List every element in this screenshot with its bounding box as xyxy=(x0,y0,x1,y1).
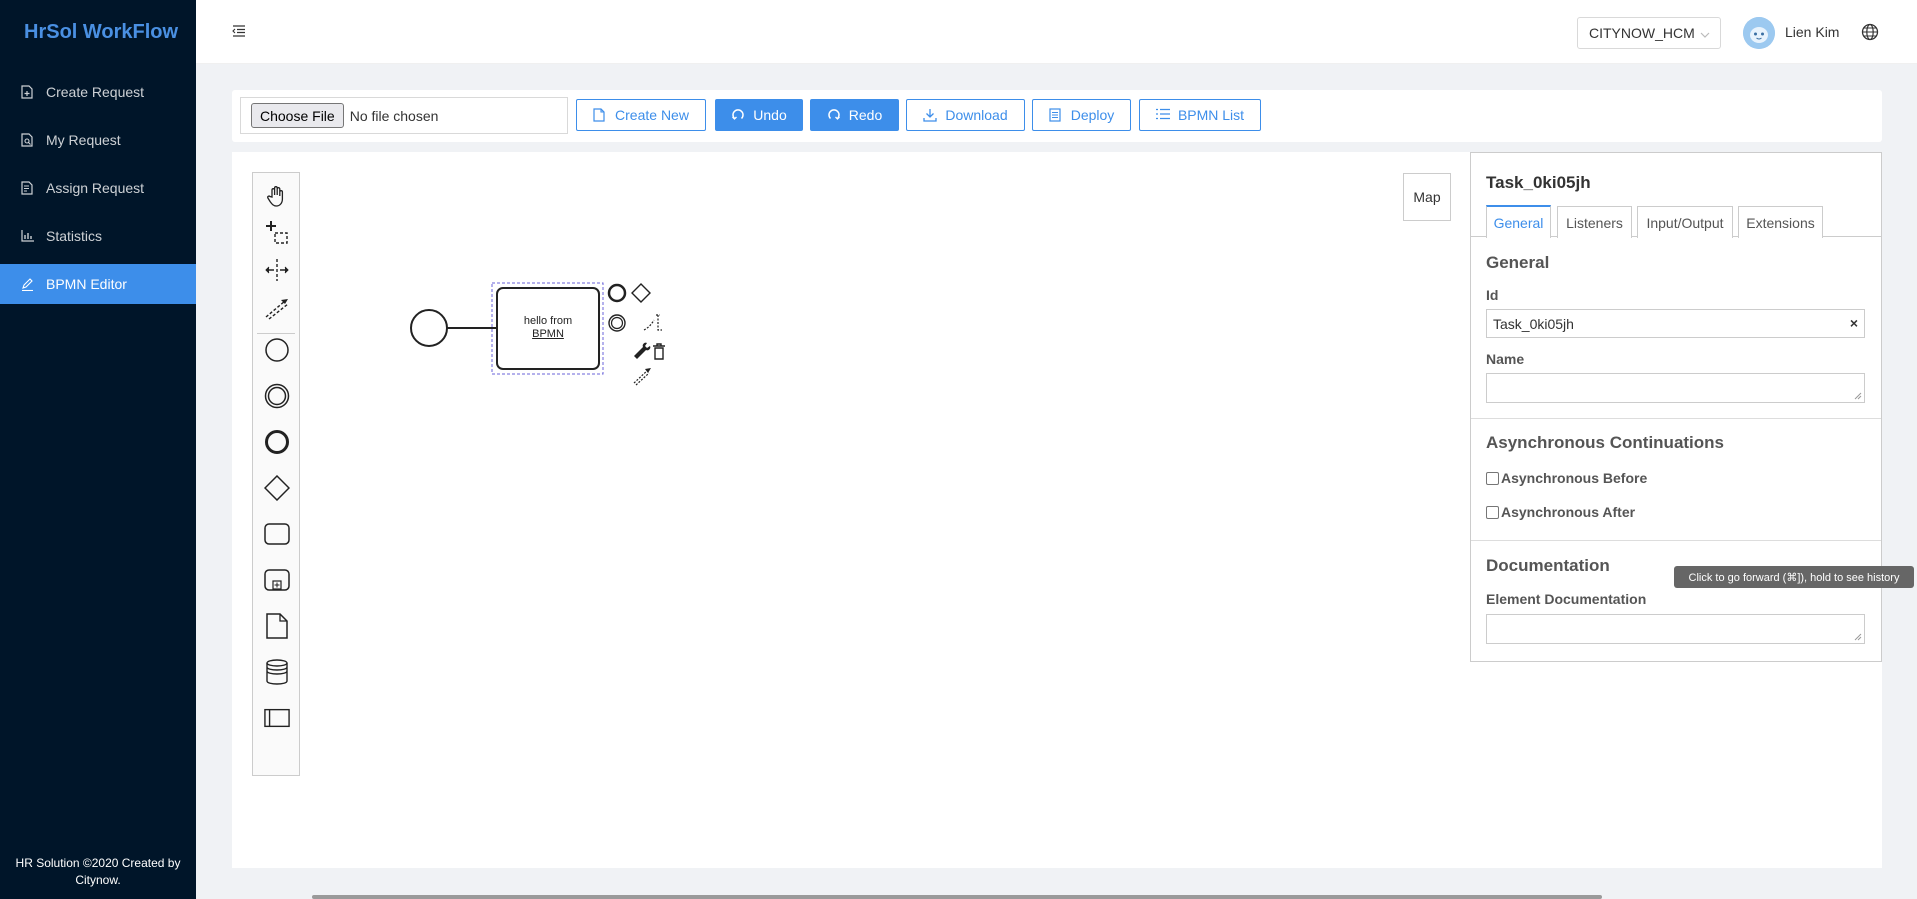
context-pad-connect-arrow xyxy=(645,368,651,373)
choose-file-button[interactable]: Choose File xyxy=(251,103,344,128)
top-header: CITYNOW_HCM Lien Kim xyxy=(196,0,1917,64)
task-icon[interactable] xyxy=(264,521,290,547)
sidebar-menu: Create Request My Request Assign Request… xyxy=(0,72,196,304)
list-icon xyxy=(1155,108,1170,122)
globe-icon[interactable] xyxy=(1861,23,1879,41)
document-icon xyxy=(1049,108,1063,122)
file-add-icon xyxy=(20,85,34,99)
name-field[interactable] xyxy=(1486,373,1865,403)
sidebar: HrSol WorkFlow Create Request My Request… xyxy=(0,0,196,899)
context-pad-tools xyxy=(633,314,665,386)
edit-icon xyxy=(20,277,34,291)
element-documentation-label: Element Documentation xyxy=(1486,591,1647,607)
redo-icon xyxy=(827,108,841,122)
horizontal-scrollbar[interactable] xyxy=(312,895,1602,899)
sidebar-item-label: Create Request xyxy=(46,84,145,100)
app-logo[interactable]: HrSol WorkFlow xyxy=(0,0,196,64)
section-divider xyxy=(1471,540,1881,541)
minimap-toggle-button[interactable]: Map xyxy=(1403,173,1451,221)
bpmn-list-label: BPMN List xyxy=(1177,107,1245,123)
chevron-down-icon xyxy=(1700,27,1710,38)
wrench-icon xyxy=(634,342,651,359)
tenant-value: CITYNOW_HCM xyxy=(1589,25,1695,41)
data-store-icon[interactable] xyxy=(264,659,290,685)
sidebar-item-statistics[interactable]: Statistics xyxy=(0,216,196,256)
deploy-label: Deploy xyxy=(1070,107,1115,123)
gateway-icon[interactable] xyxy=(264,475,290,501)
task-label: hello from BPMN xyxy=(497,315,599,341)
bar-chart-icon xyxy=(20,229,34,243)
download-icon xyxy=(923,108,938,122)
properties-tabs: General Listeners Input/Output Extension… xyxy=(1471,203,1881,238)
sidebar-item-bpmn-editor[interactable]: BPMN Editor xyxy=(0,264,196,304)
sidebar-item-label: Statistics xyxy=(46,228,103,244)
browser-tooltip: Click to go forward (⌘]), hold to see hi… xyxy=(1674,566,1914,588)
file-done-icon xyxy=(20,181,34,195)
sidebar-item-label: BPMN Editor xyxy=(46,276,127,292)
sidebar-item-label: Assign Request xyxy=(46,180,145,196)
clear-icon[interactable]: × xyxy=(1850,315,1858,331)
context-pad-intermediate-inner xyxy=(610,316,624,330)
create-new-label: Create New xyxy=(615,107,689,123)
name-label: Name xyxy=(1486,351,1525,367)
async-before-row[interactable]: Asynchronous Before xyxy=(1486,470,1647,486)
section-async-title: Asynchronous Continuations xyxy=(1486,433,1724,452)
task-label-line1: hello from xyxy=(523,315,573,327)
create-new-button[interactable]: Create New xyxy=(576,99,706,131)
sidebar-item-assign-request[interactable]: Assign Request xyxy=(0,168,196,208)
end-event-icon[interactable] xyxy=(264,429,290,455)
section-documentation-title: Documentation xyxy=(1486,556,1610,575)
sidebar-item-label: My Request xyxy=(46,132,121,148)
redo-label: Redo xyxy=(848,107,883,123)
id-field[interactable]: Task_0ki05jh × xyxy=(1486,309,1865,338)
id-value: Task_0ki05jh xyxy=(1493,315,1574,332)
tab-listeners[interactable]: Listeners xyxy=(1557,206,1632,238)
download-button[interactable]: Download xyxy=(906,99,1025,131)
sidebar-footer: HR Solution ©2020 Created by Citynow. xyxy=(15,856,181,887)
bpmn-list-button[interactable]: BPMN List xyxy=(1139,99,1261,131)
tab-extensions[interactable]: Extensions xyxy=(1738,206,1823,238)
sidebar-item-create-request[interactable]: Create Request xyxy=(0,72,196,112)
download-label: Download xyxy=(945,107,1008,123)
file-search-icon xyxy=(20,133,34,147)
properties-title: Task_0ki05jh xyxy=(1486,173,1591,192)
context-pad-annotation-icon xyxy=(643,314,662,331)
element-documentation-field[interactable] xyxy=(1486,614,1865,644)
undo-icon xyxy=(731,108,745,122)
data-object-icon[interactable] xyxy=(264,613,290,639)
user-name[interactable]: Lien Kim xyxy=(1785,24,1839,40)
bpmn-diagram xyxy=(410,282,651,375)
async-after-label: Asynchronous After xyxy=(1501,504,1636,520)
menu-fold-icon[interactable] xyxy=(232,24,246,38)
undo-button[interactable]: Undo xyxy=(715,99,803,131)
section-general-title: General xyxy=(1486,253,1550,272)
trash-icon xyxy=(653,343,665,360)
file-input[interactable]: Choose File No file chosen xyxy=(240,97,568,134)
subprocess-icon[interactable] xyxy=(264,567,290,593)
async-before-checkbox[interactable] xyxy=(1486,471,1499,485)
async-before-label: Asynchronous Before xyxy=(1501,470,1648,486)
context-pad-end-event-icon xyxy=(607,283,627,303)
resize-grip-icon[interactable] xyxy=(1854,392,1862,400)
id-label: Id xyxy=(1486,287,1499,303)
file-icon xyxy=(593,108,607,122)
avatar[interactable] xyxy=(1743,17,1775,49)
resize-grip-icon[interactable] xyxy=(1854,633,1862,641)
section-divider xyxy=(1471,418,1881,419)
pool-icon[interactable] xyxy=(264,705,290,731)
start-event xyxy=(410,309,448,347)
context-pad-connect-icon xyxy=(633,369,650,386)
tab-input-output[interactable]: Input/Output xyxy=(1637,206,1733,238)
tenant-select[interactable]: CITYNOW_HCM xyxy=(1577,17,1721,49)
deploy-button[interactable]: Deploy xyxy=(1032,99,1131,131)
task-label-line2[interactable]: BPMN xyxy=(497,328,599,341)
tab-general[interactable]: General xyxy=(1486,205,1551,238)
file-status: No file chosen xyxy=(349,107,439,124)
redo-button[interactable]: Redo xyxy=(810,99,899,131)
sidebar-item-my-request[interactable]: My Request xyxy=(0,120,196,160)
toolbar-card: Choose File No file chosen Create New Un… xyxy=(232,90,1882,142)
async-after-checkbox[interactable] xyxy=(1486,505,1499,519)
async-after-row[interactable]: Asynchronous After xyxy=(1486,504,1635,520)
undo-label: Undo xyxy=(753,107,787,123)
